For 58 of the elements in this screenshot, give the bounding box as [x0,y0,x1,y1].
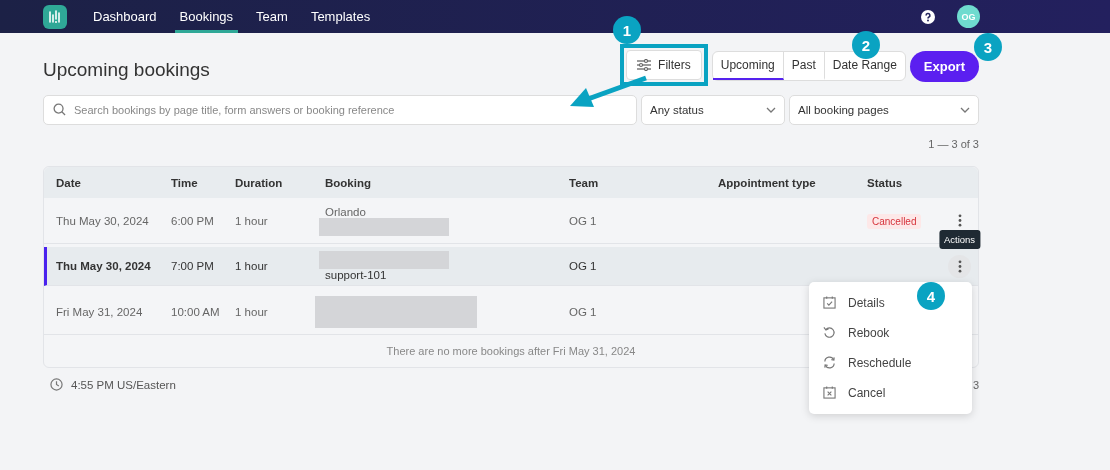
date-cell-text: Thu May 30, 2024 [56,260,152,272]
end-of-list-note: There are no more bookings after Fri May 31, 2024 [386,345,636,357]
calendar-x-icon [823,386,836,399]
pagination-count: 1 — 3 of 3 [928,138,979,152]
nav-link[interactable]: Templates [305,0,376,33]
actions-tooltip: Actions [938,229,981,249]
column-header: Time [171,176,199,189]
search-icon [53,103,66,116]
duration-cell-text: 1 hour [235,305,269,318]
column-header: Appointment type [718,176,817,189]
calendar-check-icon [823,296,836,309]
column-header: Booking [325,176,372,189]
nav-link[interactable]: Dashboard [88,0,162,33]
help-icon[interactable] [921,9,935,24]
filters-button[interactable]: Filters [626,50,702,80]
status-badge: Cancelled [867,213,922,229]
booking-name: Orlando [325,205,366,218]
logo-icon[interactable] [43,4,67,29]
booking-pages-dropdown[interactable]: All booking pages [789,95,979,125]
menu-item[interactable]: Details [815,287,893,318]
chevron-down-icon [766,107,776,113]
undo-arrow-icon [823,326,836,339]
time-cell-text: 6:00 PM [171,214,215,227]
time-cell-text: 7:00 PM [171,260,215,272]
nav-link[interactable]: Team [251,0,293,33]
timezone-label: 4:55 PM US/Eastern [71,378,176,391]
search-field[interactable]: Search bookings by page title, form answers or booking reference [43,95,637,125]
nav-link[interactable]: Bookings [174,0,239,33]
duration-cell-text: 1 hour [235,260,269,272]
clock-icon [50,378,63,391]
column-header: Duration [235,176,284,189]
menu-item[interactable]: Rebook [815,317,898,348]
status-dropdown[interactable]: Any status [641,95,785,125]
column-header: Date [56,176,82,189]
duration-cell-text: 1 hour [235,214,269,227]
team-cell-text: OG 1 [569,260,598,272]
sliders-icon [637,59,652,71]
step-number-badge: 3 [974,33,1002,61]
vertical-dots-icon [957,259,962,273]
menu-item[interactable]: Cancel [815,377,894,408]
refresh-icon [823,356,836,369]
team-cell-text: OG 1 [569,305,598,318]
date-cell-text: Thu May 30, 2024 [56,214,150,227]
page-title: Upcoming bookings [43,59,210,81]
vertical-dots-icon [957,214,962,227]
booking-name: support-101 [325,269,387,281]
step-number-badge: 1 [613,16,641,44]
column-header: Team [569,176,600,189]
time-cell-text: 10:00 AM [171,305,221,318]
menu-item[interactable]: Reschedule [815,347,920,378]
view-tab[interactable]: Upcoming [712,52,784,80]
pagination-count: 3 [972,378,979,391]
team-cell-text: OG 1 [569,214,598,227]
column-header: Status [867,176,904,189]
date-cell-text: Fri May 31, 2024 [56,305,144,318]
export-button[interactable]: Export [909,50,979,82]
view-tab[interactable]: Past [783,52,825,80]
chevron-down-icon [960,107,970,113]
